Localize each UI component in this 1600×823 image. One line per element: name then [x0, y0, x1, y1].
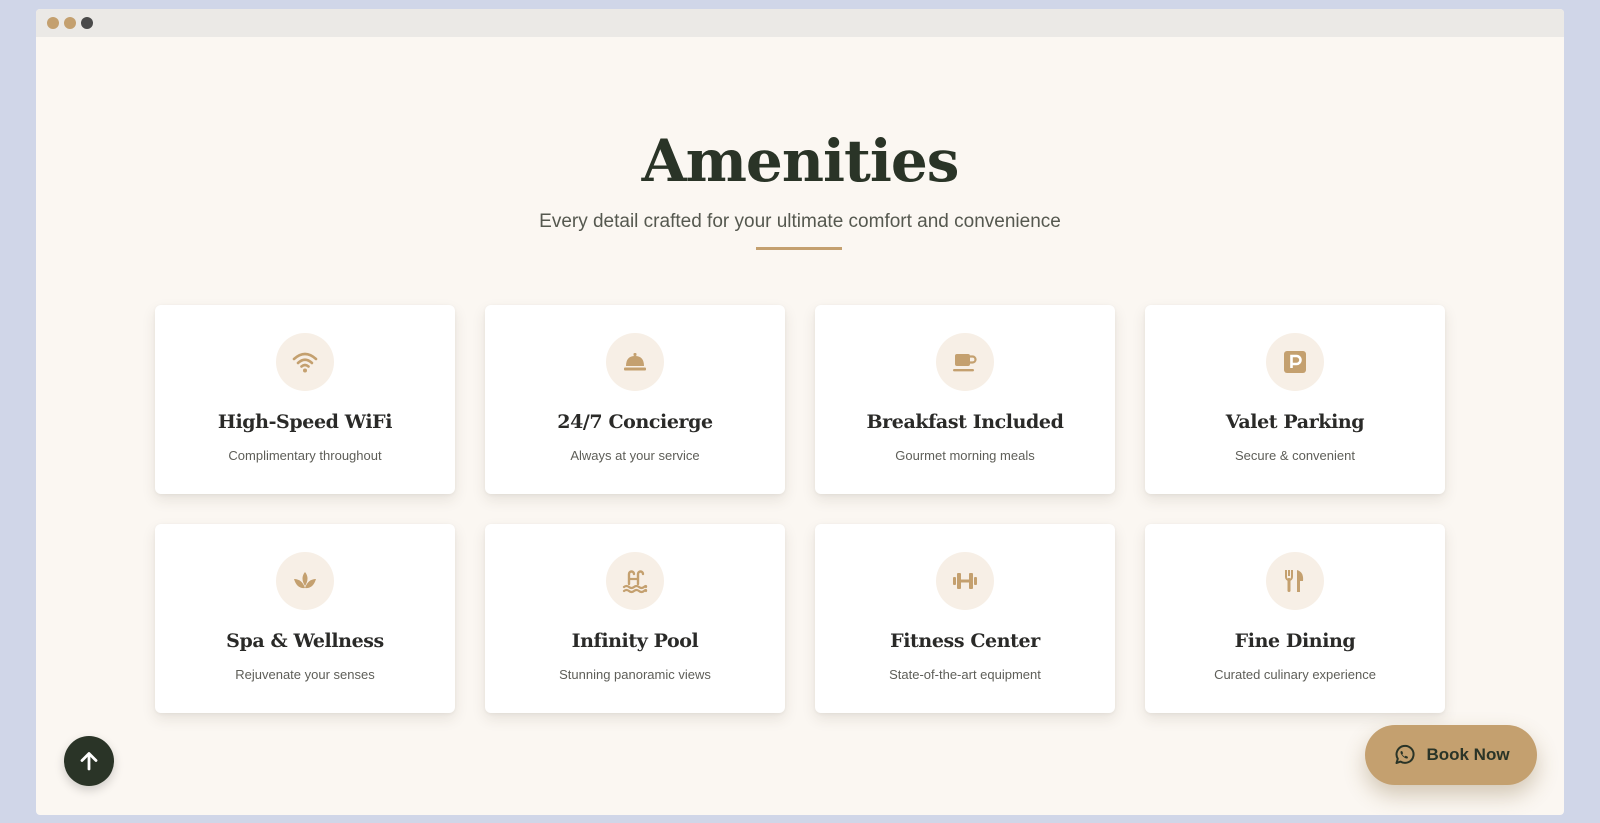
title-divider	[756, 247, 842, 250]
amenity-card-parking: Valet Parking Secure & convenient	[1145, 305, 1445, 494]
amenity-description: State-of-the-art equipment	[889, 667, 1041, 682]
amenity-title: Breakfast Included	[866, 411, 1064, 433]
amenity-description: Stunning panoramic views	[559, 667, 711, 682]
browser-window: Amenities Every detail crafted for your …	[36, 9, 1564, 815]
amenity-card-dining: Fine Dining Curated culinary experience	[1145, 524, 1445, 713]
amenity-card-concierge: 24/7 Concierge Always at your service	[485, 305, 785, 494]
window-maximize-dot[interactable]	[81, 17, 93, 29]
parking-icon	[1266, 333, 1324, 391]
amenity-description: Complimentary throughout	[228, 448, 382, 463]
arrow-up-icon	[80, 752, 98, 771]
book-now-button[interactable]: Book Now	[1365, 725, 1537, 785]
coffee-cup-icon	[936, 333, 994, 391]
amenity-title: Fine Dining	[1234, 630, 1356, 652]
amenity-description: Gourmet morning meals	[895, 448, 1035, 463]
utensils-icon	[1266, 552, 1324, 610]
dumbbell-icon	[936, 552, 994, 610]
amenity-description: Curated culinary experience	[1214, 667, 1376, 682]
amenity-card-fitness: Fitness Center State-of-the-art equipmen…	[815, 524, 1115, 713]
concierge-bell-icon	[606, 333, 664, 391]
section-subtitle: Every detail crafted for your ultimate c…	[539, 211, 1061, 232]
amenity-card-wifi: High-Speed WiFi Complimentary throughout	[155, 305, 455, 494]
amenity-title: Spa & Wellness	[226, 630, 384, 652]
lotus-icon	[276, 552, 334, 610]
window-close-dot[interactable]	[47, 17, 59, 29]
amenity-card-pool: Infinity Pool Stunning panoramic views	[485, 524, 785, 713]
wifi-icon	[276, 333, 334, 391]
window-titlebar	[36, 9, 1564, 37]
book-now-label: Book Now	[1426, 745, 1510, 764]
amenity-description: Rejuvenate your senses	[235, 667, 375, 682]
window-minimize-dot[interactable]	[64, 17, 76, 29]
amenity-description: Secure & convenient	[1235, 448, 1355, 463]
amenity-card-spa: Spa & Wellness Rejuvenate your senses	[155, 524, 455, 713]
amenity-description: Always at your service	[570, 448, 700, 463]
amenity-title: Fitness Center	[890, 630, 1040, 652]
swimming-pool-icon	[606, 552, 664, 610]
amenity-title: 24/7 Concierge	[557, 411, 713, 433]
whatsapp-icon	[1395, 744, 1415, 764]
section-title: Amenities	[641, 127, 960, 195]
amenities-grid: High-Speed WiFi Complimentary throughout…	[155, 305, 1445, 713]
amenity-title: Infinity Pool	[571, 630, 699, 652]
amenity-card-breakfast: Breakfast Included Gourmet morning meals	[815, 305, 1115, 494]
amenity-title: Valet Parking	[1225, 411, 1365, 433]
amenity-title: High-Speed WiFi	[217, 411, 393, 433]
scroll-to-top-button[interactable]	[64, 736, 114, 786]
